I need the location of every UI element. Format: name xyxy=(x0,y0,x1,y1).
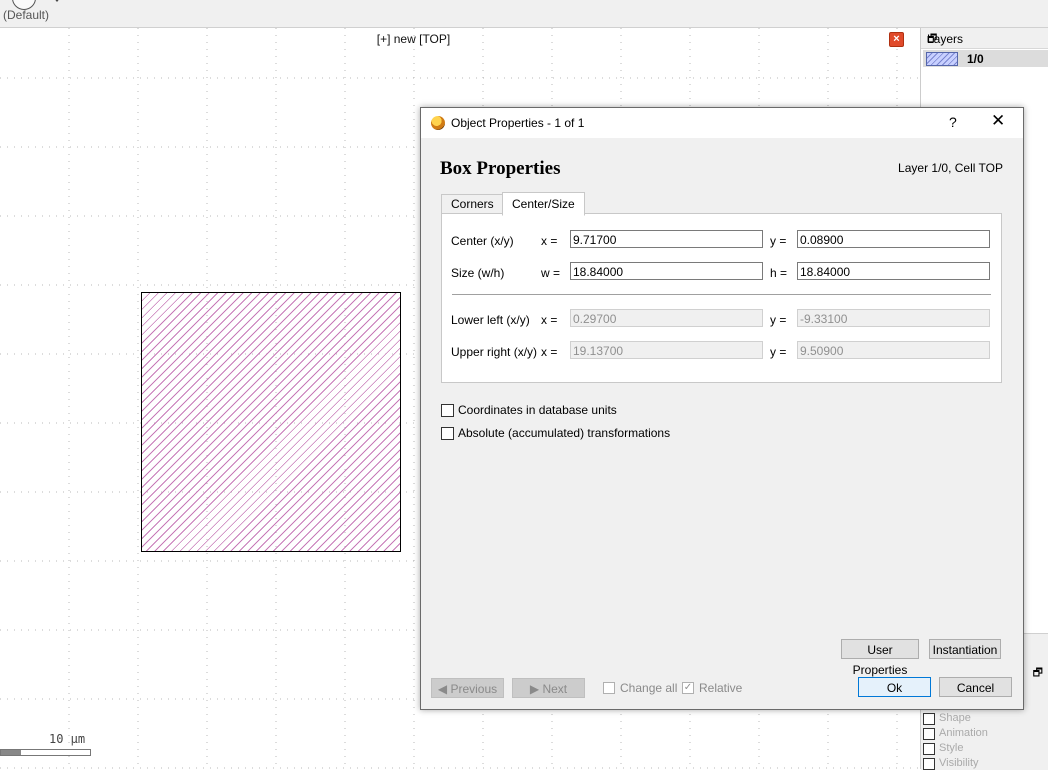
previous-button[interactable]: ◀ Previous xyxy=(431,678,504,698)
close-view-icon[interactable]: × xyxy=(889,32,904,47)
layers-header: Layers 🗗 xyxy=(921,28,1048,49)
center-label: Center (x/y) xyxy=(451,234,514,248)
top-toolbar: (Default) xyxy=(0,0,1048,28)
checkbox-box[interactable] xyxy=(441,404,454,417)
center-y-label: y = xyxy=(770,234,787,248)
previous-label: Previous xyxy=(450,682,498,696)
checkbox-box[interactable] xyxy=(441,427,454,440)
layer-row[interactable]: 1/0 xyxy=(923,50,1048,67)
ll-y-label: y = xyxy=(770,313,787,327)
upper-right-x-field: 19.13700 xyxy=(570,341,763,359)
size-h-input[interactable]: 18.84000 xyxy=(797,262,990,280)
previous-arrow-icon: ◀ xyxy=(437,682,448,696)
dialog-titlebar: Object Properties - 1 of 1 ? ✕ xyxy=(421,108,1023,138)
scale-bar: 10 µm xyxy=(0,732,100,762)
ur-x-label: x = xyxy=(541,345,558,359)
box-properties-heading: Box Properties xyxy=(440,158,561,179)
center-x-label: x = xyxy=(541,234,558,248)
lower-left-label: Lower left (x/y) xyxy=(451,313,530,327)
checkbox-box[interactable] xyxy=(603,682,615,694)
upper-right-y-field: 9.50900 xyxy=(797,341,990,359)
dialog-title: Object Properties - 1 of 1 xyxy=(451,116,585,130)
tab-corners[interactable]: Corners xyxy=(441,194,504,215)
lower-left-x-field: 0.29700 xyxy=(570,309,763,327)
layer-info: Layer 1/0, Cell TOP xyxy=(898,161,1003,175)
relative-label: Relative xyxy=(699,681,743,695)
object-properties-dialog: Object Properties - 1 of 1 ? ✕ Box Prope… xyxy=(420,107,1024,710)
lower-item[interactable]: Animation xyxy=(923,727,1048,742)
dropdown-caret-icon[interactable] xyxy=(53,0,61,2)
lower-item[interactable]: Visibility xyxy=(923,757,1048,772)
help-button[interactable]: ? xyxy=(949,114,957,130)
float-panel-icon[interactable]: 🗗 xyxy=(1033,664,1043,683)
layer-swatch-icon xyxy=(926,52,958,66)
canvas-title: [+] new [TOP] xyxy=(376,32,451,46)
scale-bar-graphic xyxy=(0,749,91,756)
user-properties-button[interactable]: User Properties xyxy=(841,639,919,677)
float-panel-icon[interactable]: 🗗 xyxy=(927,30,1043,49)
box-shape[interactable] xyxy=(141,292,401,552)
center-size-pane: Center (x/y) x = 9.71700 y = 0.08900 Siz… xyxy=(441,213,1002,383)
lower-item[interactable]: Shape xyxy=(923,712,1048,727)
ur-y-label: y = xyxy=(770,345,787,359)
separator xyxy=(452,294,991,295)
close-icon[interactable]: ✕ xyxy=(991,111,1005,131)
size-w-label: w = xyxy=(541,266,561,280)
lower-left-y-field: -9.33100 xyxy=(797,309,990,327)
absolute-transform-label: Absolute (accumulated) transformations xyxy=(458,426,671,440)
ll-x-label: x = xyxy=(541,313,558,327)
app-globe-icon xyxy=(431,116,445,130)
next-label: Next xyxy=(542,682,568,696)
change-all-label: Change all xyxy=(620,681,678,695)
cancel-button[interactable]: Cancel xyxy=(939,677,1012,697)
scale-label: 10 µm xyxy=(49,732,86,746)
next-arrow-icon: ▶ xyxy=(529,682,540,696)
upper-right-label: Upper right (x/y) xyxy=(451,345,538,359)
center-y-input[interactable]: 0.08900 xyxy=(797,230,990,248)
size-h-label: h = xyxy=(770,266,788,280)
db-units-label: Coordinates in database units xyxy=(458,403,617,417)
checkmark-icon[interactable]: ✓ xyxy=(682,682,694,694)
default-label: (Default) xyxy=(3,8,50,22)
next-button[interactable]: ▶ Next xyxy=(512,678,585,698)
layer-name: 1/0 xyxy=(967,52,984,66)
instantiation-button[interactable]: Instantiation xyxy=(929,639,1001,659)
tab-center-size[interactable]: Center/Size xyxy=(502,192,585,216)
lower-item[interactable]: Style xyxy=(923,742,1048,757)
ok-button[interactable]: Ok xyxy=(858,677,931,697)
center-x-input[interactable]: 9.71700 xyxy=(570,230,763,248)
size-w-input[interactable]: 18.84000 xyxy=(570,262,763,280)
size-label: Size (w/h) xyxy=(451,266,505,280)
